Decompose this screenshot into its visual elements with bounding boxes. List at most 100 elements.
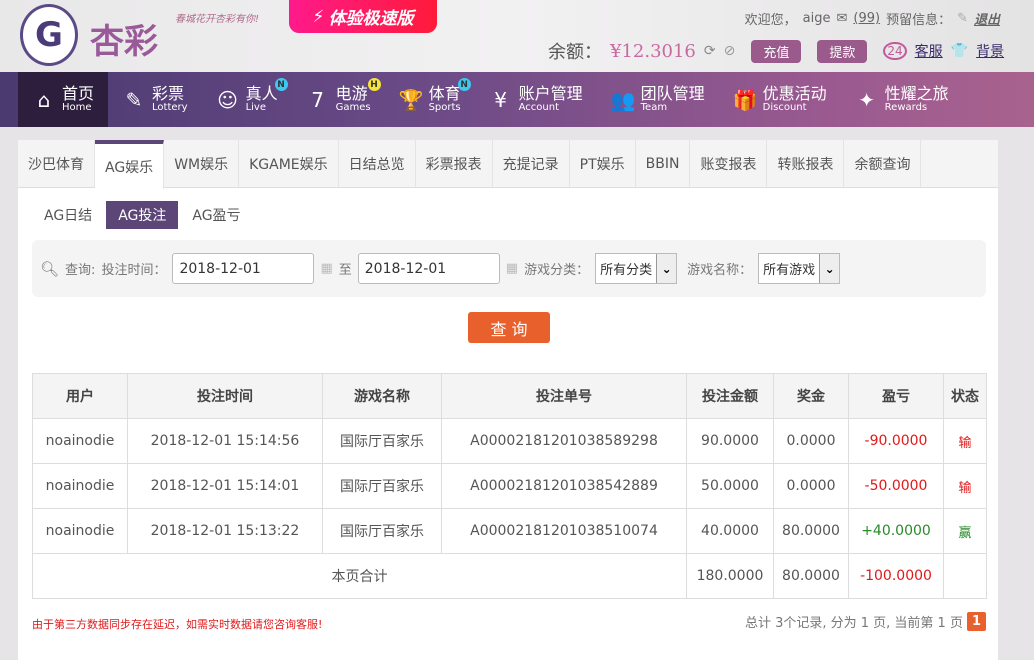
- nav-badge: N: [274, 78, 288, 91]
- nav-label: 优惠活动 Discount: [763, 85, 827, 114]
- delay-notice: 由于第三方数据同步存在延迟，如需实时数据请您咨询客服!: [32, 618, 323, 631]
- start-date-input[interactable]: [172, 253, 315, 284]
- total-bonus: 80.0000: [773, 553, 849, 599]
- nav-label-zh: 账户管理: [518, 84, 583, 103]
- nav-label: 团队管理 Team: [641, 85, 705, 114]
- refresh-icon[interactable]: ⟳: [704, 43, 716, 59]
- nav-item-games[interactable]: 7 电游 Games H: [292, 72, 385, 127]
- table-cell: A00002181201038542889: [441, 463, 687, 509]
- end-date-input[interactable]: [357, 253, 500, 284]
- discount-icon: 🎁: [732, 87, 758, 112]
- subtab-0[interactable]: AG日结: [32, 201, 104, 229]
- table-cell: 国际厅百家乐: [322, 508, 442, 554]
- page-1-button[interactable]: 1: [966, 612, 986, 631]
- nav-label-en: Home: [62, 102, 92, 113]
- nav-label-en: Sports: [428, 102, 461, 113]
- pagination-summary: 总计 3个记录, 分为 1 页, 当前第 1 页: [744, 616, 963, 631]
- tab-9[interactable]: 账变报表: [690, 140, 768, 187]
- nav-label-zh: 优惠活动: [762, 84, 827, 103]
- balance-row: 余额： ¥12.3016 ⟳ ⊘ 充值 提款 24 客服 👕 背景: [548, 38, 1004, 64]
- game-name-select[interactable]: 所有游戏 ⌄: [758, 253, 841, 284]
- promo-label: 体验极速版: [328, 9, 414, 29]
- calendar-icon[interactable]: ▦: [506, 261, 518, 276]
- calendar-icon[interactable]: ▦: [320, 261, 332, 276]
- column-header: 状态: [943, 373, 987, 419]
- table-cell: 2018-12-01 15:14:56: [127, 418, 323, 464]
- nav-label-en: Lottery: [152, 102, 188, 113]
- logout-link[interactable]: 退出: [974, 9, 1000, 28]
- to-label: 至: [338, 263, 352, 278]
- customer-service-link[interactable]: 客服: [915, 41, 943, 61]
- table-row: noainodie 2018-12-01 15:13:22 国际厅百家乐 A00002…: [32, 508, 987, 554]
- live-icon: ☺: [217, 87, 238, 112]
- nav-badge: H: [367, 78, 381, 91]
- tab-3[interactable]: KGAME娱乐: [239, 140, 339, 187]
- background-link[interactable]: 背景: [976, 41, 1004, 61]
- game-category-select[interactable]: 所有分类 ⌄: [595, 253, 678, 284]
- sub-tabs: AG日结 AG投注 AG盈亏: [32, 201, 253, 229]
- nav-item-account[interactable]: ¥ 账户管理 Account: [475, 72, 597, 127]
- tab-7[interactable]: PT娱乐: [570, 140, 636, 187]
- table-cell: +40.0000: [848, 508, 944, 554]
- total-row: 本页合计 180.0000 80.0000 -100.0000: [32, 553, 987, 599]
- table-cell: noainodie: [32, 508, 128, 554]
- content-panel: 沙巴体育 AG娱乐 WM娱乐 KGAME娱乐 日结总览 彩票报表 充提记录 PT娱乐 BBIN 账…: [18, 140, 998, 660]
- account-icon: ¥: [494, 87, 507, 112]
- shirt-icon: 👕: [950, 43, 969, 59]
- tab-11[interactable]: 余额查询: [844, 140, 922, 187]
- tab-8[interactable]: BBIN: [636, 140, 691, 187]
- team-icon: 👥: [610, 87, 636, 112]
- nav-label-zh: 彩票: [152, 84, 185, 103]
- nav-item-rewards[interactable]: ✦ 性耀之旅 Rewards: [841, 72, 963, 127]
- nav-item-live[interactable]: ☺ 真人 Live N: [202, 72, 292, 127]
- table-cell: 2018-12-01 15:14:01: [127, 463, 323, 509]
- hide-balance-icon[interactable]: ⊘: [724, 43, 736, 59]
- query-button[interactable]: 查 询: [468, 312, 550, 343]
- main-nav: ⌂ 首页 Home ✎ 彩票 Lottery ☺ 真人 Live N 7 电游 Games H 🏆 体育 Spo…: [0, 72, 1034, 127]
- mail-count-link[interactable]: (99): [853, 11, 880, 26]
- nav-item-team[interactable]: 👥 团队管理 Team: [597, 72, 719, 127]
- nav-label: 体育 Sports: [429, 85, 461, 114]
- table-cell: A00002181201038510074: [441, 508, 687, 554]
- promo-button[interactable]: ⚡ 体验极速版: [289, 0, 437, 33]
- user-info: 欢迎您， aige ✉ (99) 预留信息： ✎ 退出: [745, 9, 1000, 28]
- withdraw-button[interactable]: 提款: [817, 39, 868, 63]
- table-cell: 输: [943, 418, 987, 464]
- table-cell: 2018-12-01 15:13:22: [127, 508, 323, 554]
- table-row: noainodie 2018-12-01 15:14:01 国际厅百家乐 A00002…: [32, 463, 987, 509]
- nav-item-sports[interactable]: 🏆 体育 Sports N: [385, 72, 475, 127]
- tab-10[interactable]: 转账报表: [767, 140, 845, 187]
- tab-0[interactable]: 沙巴体育: [18, 140, 95, 187]
- nav-item-home[interactable]: ⌂ 首页 Home: [18, 72, 109, 127]
- slogan: 春城花开杏彩有你!: [175, 14, 260, 25]
- table-cell: -90.0000: [848, 418, 944, 464]
- table-cell: 国际厅百家乐: [322, 418, 442, 464]
- table-cell: 赢: [943, 508, 987, 554]
- nav-item-discount[interactable]: 🎁 优惠活动 Discount: [719, 72, 841, 127]
- query-label: 查询:: [65, 263, 96, 278]
- filter-bar: 🔍︎ 查询: 投注时间： ▦ 至 ▦ 游戏分类： 所有分类⌄ 游戏名称： 所有游…: [32, 240, 986, 297]
- tab-6[interactable]: 充提记录: [493, 140, 570, 187]
- tab-1[interactable]: AG娱乐: [95, 140, 165, 189]
- subtab-2[interactable]: AG盈亏: [180, 201, 252, 229]
- deposit-button[interactable]: 充值: [751, 39, 802, 63]
- column-header: 游戏名称: [322, 373, 442, 419]
- tab-2[interactable]: WM娱乐: [164, 140, 240, 187]
- nav-label: 账户管理 Account: [519, 85, 583, 114]
- mail-icon[interactable]: ✉: [836, 11, 847, 26]
- table-cell: 0.0000: [773, 463, 849, 509]
- table-cell: 90.0000: [686, 418, 774, 464]
- column-header: 投注时间: [127, 373, 323, 419]
- column-header: 奖金: [773, 373, 849, 419]
- logo[interactable]: G: [20, 4, 78, 66]
- chevron-down-icon: ⌄: [819, 254, 840, 283]
- edit-icon[interactable]: ✎: [957, 11, 968, 26]
- tab-5[interactable]: 彩票报表: [416, 140, 493, 187]
- table-cell: 40.0000: [686, 508, 774, 554]
- table-cell: A00002181201038589298: [441, 418, 687, 464]
- nav-label: 电游 Games: [336, 85, 371, 114]
- username: aige: [802, 11, 831, 26]
- tab-4[interactable]: 日结总览: [339, 140, 416, 187]
- nav-item-lottery[interactable]: ✎ 彩票 Lottery: [108, 72, 202, 127]
- subtab-1[interactable]: AG投注: [106, 201, 179, 229]
